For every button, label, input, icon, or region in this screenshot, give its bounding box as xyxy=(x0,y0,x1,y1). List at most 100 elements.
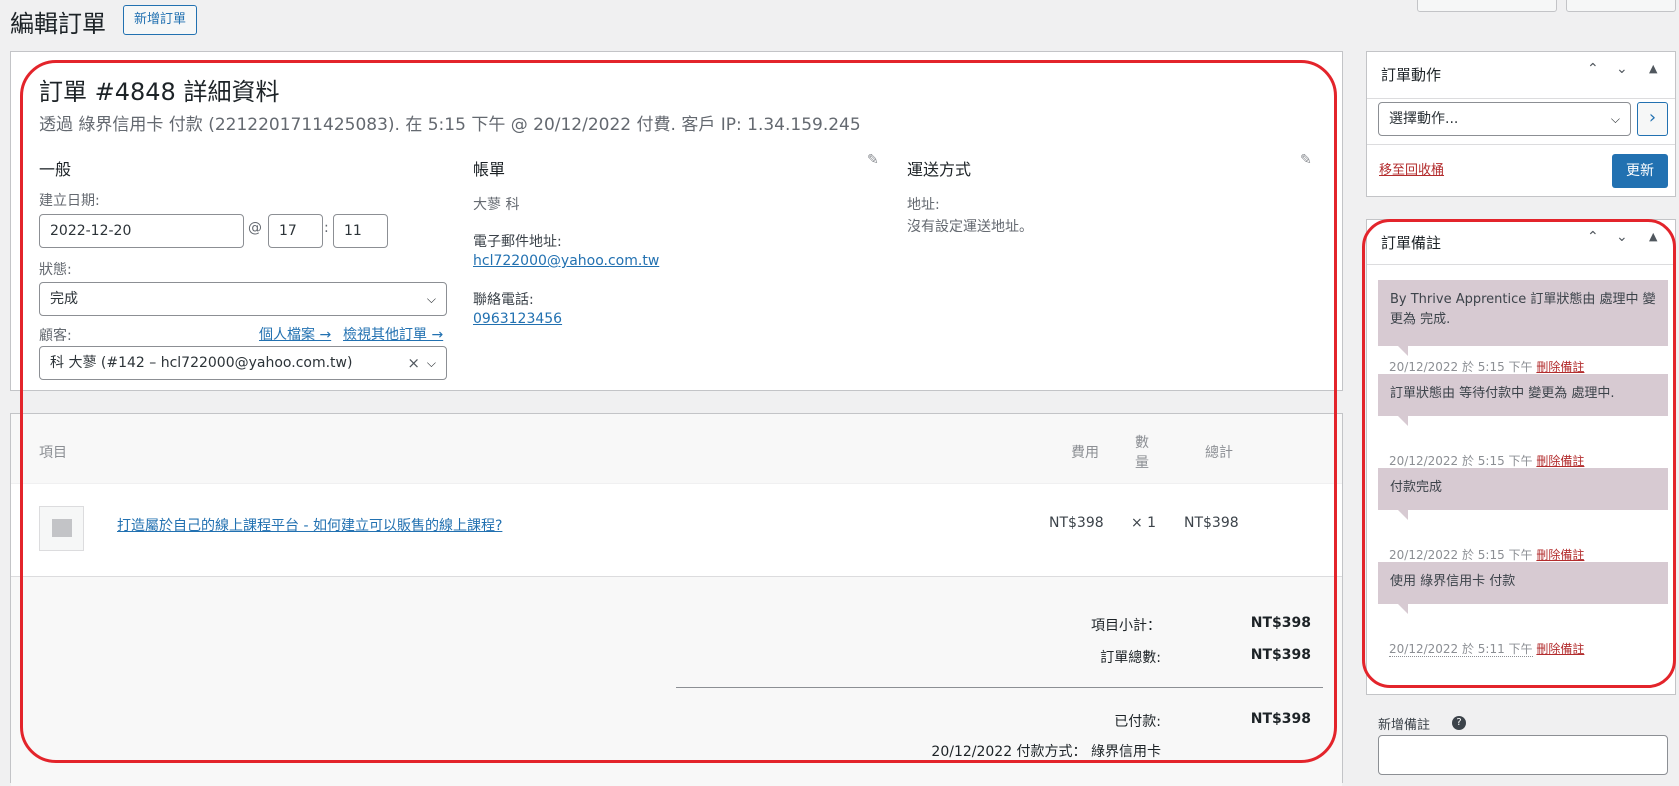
customer-label: 顧客: xyxy=(39,328,72,344)
order-meta: 透過 綠界信用卡 付款 (2212201711425083). 在 5:15 下… xyxy=(39,115,861,135)
cost-column-header: 費用 xyxy=(1071,445,1099,461)
date-input[interactable]: 2022-12-20 xyxy=(39,214,244,248)
item-cost: NT$398 xyxy=(1049,515,1104,531)
billing-phone-link[interactable]: 0963123456 xyxy=(473,311,562,327)
paid-note: 20/12/2022 付款方式： 綠界信用卡 xyxy=(931,744,1161,760)
billing-name: 大蓼 科 xyxy=(473,197,520,213)
action-select[interactable]: 選擇動作... ⌵ xyxy=(1378,102,1631,136)
chevron-up-icon[interactable]: ⌃ xyxy=(1587,229,1599,245)
note-text: 使用 綠界信用卡 付款 xyxy=(1390,574,1516,589)
order-actions-box: 訂單動作 ⌃ ⌄ ▲ 選擇動作... ⌵ › 移至回收桶 更新 xyxy=(1366,51,1676,197)
status-select[interactable]: 完成 ⌵ xyxy=(39,282,447,316)
paid-value: NT$398 xyxy=(1250,711,1311,727)
qty-column-header: 數 xyxy=(1135,435,1149,451)
help-icon[interactable]: ? xyxy=(1452,716,1466,730)
action-select-value: 選擇動作... xyxy=(1389,111,1459,127)
billing-email-link[interactable]: hcl722000@yahoo.com.tw xyxy=(473,253,659,269)
item-name-link[interactable]: 打造屬於自己的線上課程平台 - 如何建立可以販售的線上課程? xyxy=(117,515,502,535)
order-total-value: NT$398 xyxy=(1250,647,1311,663)
shipping-title: 運送方式 xyxy=(907,160,972,179)
customer-profile-link[interactable]: 個人檔案 → xyxy=(259,324,331,344)
item-column-header: 項目 xyxy=(39,445,67,461)
phone-label: 聯絡電話: xyxy=(473,292,534,308)
order-notes-box: 訂單備註 ⌃ ⌄ ▲ By Thrive Apprentice 訂單狀態由 處理… xyxy=(1366,219,1676,695)
item-qty: × 1 xyxy=(1131,515,1157,531)
item-total: NT$398 xyxy=(1184,515,1239,531)
order-actions-title: 訂單動作 xyxy=(1381,66,1442,84)
move-to-trash-link[interactable]: 移至回收桶 xyxy=(1379,159,1444,178)
update-button[interactable]: 更新 xyxy=(1612,154,1668,188)
email-label: 電子郵件地址: xyxy=(473,234,562,250)
note-text: 訂單狀態由 等待付款中 變更為 處理中. xyxy=(1390,386,1615,401)
subtotal-label: 項目小計： xyxy=(1091,618,1161,634)
status-label: 狀態: xyxy=(39,262,72,278)
other-orders-link[interactable]: 檢視其他訂單 → xyxy=(343,324,443,344)
order-items-panel: 項目 費用 數 量 總計 打造屬於自己的線上課程平台 - 如何建立可以販售的線上… xyxy=(10,413,1343,786)
hour-input[interactable]: 17 xyxy=(268,214,323,248)
order-heading: 訂單 #4848 詳細資料 xyxy=(39,78,280,106)
chevron-down-icon: ⌵ xyxy=(1610,112,1620,126)
chevron-down-icon: ⌵ xyxy=(426,292,436,306)
created-date-label: 建立日期: xyxy=(39,193,100,209)
items-header: 項目 費用 數 量 總計 xyxy=(11,414,1342,484)
delete-note-link[interactable]: 刪除備註 xyxy=(1536,360,1584,374)
total-column-header: 總計 xyxy=(1205,445,1233,461)
delete-note-link[interactable]: 刪除備註 xyxy=(1536,642,1584,656)
minute-input[interactable]: 11 xyxy=(333,214,388,248)
paid-label: 已付款: xyxy=(1114,714,1161,730)
actions-divider xyxy=(1367,144,1675,145)
order-note: 使用 綠界信用卡 付款 xyxy=(1378,562,1668,614)
note-date: 20/12/2022 於 5:15 下午 xyxy=(1389,548,1533,563)
chevron-down-icon: ⌵ xyxy=(426,356,436,370)
triangle-up-icon[interactable]: ▲ xyxy=(1649,62,1657,75)
delete-note-link[interactable]: 刪除備註 xyxy=(1536,548,1584,562)
image-placeholder-icon xyxy=(39,506,84,551)
totals-divider xyxy=(676,687,1323,688)
clear-customer-icon[interactable]: × xyxy=(407,347,420,379)
totals-area: 項目小計： NT$398 訂單總數: NT$398 已付款: NT$398 20… xyxy=(11,576,1342,786)
note-meta: 20/12/2022 於 5:11 下午 刪除備註 xyxy=(1389,640,1584,657)
page-title: 編輯訂單 xyxy=(10,10,106,38)
billing-title: 帳單 xyxy=(473,160,506,179)
add-note-textarea[interactable] xyxy=(1378,735,1668,775)
general-title: 一般 xyxy=(39,160,72,179)
order-notes-title: 訂單備註 xyxy=(1381,234,1442,252)
chevron-up-icon[interactable]: ⌃ xyxy=(1587,61,1599,77)
order-total-label: 訂單總數: xyxy=(1100,650,1161,666)
delete-note-link[interactable]: 刪除備註 xyxy=(1536,454,1584,468)
note-text: By Thrive Apprentice 訂單狀態由 處理中 變更為 完成. xyxy=(1390,292,1656,327)
apply-action-button[interactable]: › xyxy=(1637,102,1668,136)
customer-value: 科 大蓼 (#142 – hcl722000@yahoo.com.tw) xyxy=(50,355,353,371)
pencil-icon[interactable]: ✎ xyxy=(1300,152,1312,168)
status-value: 完成 xyxy=(50,291,78,307)
note-meta: 20/12/2022 於 5:15 下午 刪除備註 xyxy=(1389,546,1584,563)
order-data-panel: 訂單 #4848 詳細資料 透過 綠界信用卡 付款 (2212201711425… xyxy=(10,51,1343,391)
note-date: 20/12/2022 於 5:15 下午 xyxy=(1389,454,1533,469)
triangle-up-icon[interactable]: ▲ xyxy=(1649,230,1657,243)
pencil-icon[interactable]: ✎ xyxy=(867,152,879,168)
new-order-button[interactable]: 新增訂單 xyxy=(123,5,198,35)
add-note-label: 新增備註 xyxy=(1378,718,1431,733)
subtotal-value: NT$398 xyxy=(1250,615,1311,631)
note-text: 付款完成 xyxy=(1390,480,1443,495)
title-divider xyxy=(1367,98,1675,99)
top-action-button-1[interactable] xyxy=(1417,0,1557,12)
order-note: 付款完成 xyxy=(1378,468,1668,520)
note-date: 20/12/2022 於 5:15 下午 xyxy=(1389,360,1533,375)
order-note: By Thrive Apprentice 訂單狀態由 處理中 變更為 完成. xyxy=(1378,280,1668,356)
table-row: 打造屬於自己的線上課程平台 - 如何建立可以販售的線上課程? NT$398 × … xyxy=(11,485,1342,575)
chevron-down-icon[interactable]: ⌄ xyxy=(1616,229,1628,245)
address-label: 地址: xyxy=(907,197,940,213)
at-symbol: @ xyxy=(248,220,262,236)
qty-column-header-2: 量 xyxy=(1135,455,1149,471)
customer-select[interactable]: 科 大蓼 (#142 – hcl722000@yahoo.com.tw) × ⌵ xyxy=(39,346,447,380)
address-value: 沒有設定運送地址。 xyxy=(907,219,1033,235)
note-meta: 20/12/2022 於 5:15 下午 刪除備註 xyxy=(1389,452,1584,469)
note-meta: 20/12/2022 於 5:15 下午 刪除備註 xyxy=(1389,358,1584,375)
order-note: 訂單狀態由 等待付款中 變更為 處理中. xyxy=(1378,374,1668,426)
top-action-button-2[interactable] xyxy=(1566,0,1676,12)
note-date: 20/12/2022 於 5:11 下午 xyxy=(1389,642,1533,657)
time-colon: : xyxy=(324,220,329,236)
chevron-down-icon[interactable]: ⌄ xyxy=(1616,61,1628,77)
title-divider xyxy=(1367,264,1675,265)
